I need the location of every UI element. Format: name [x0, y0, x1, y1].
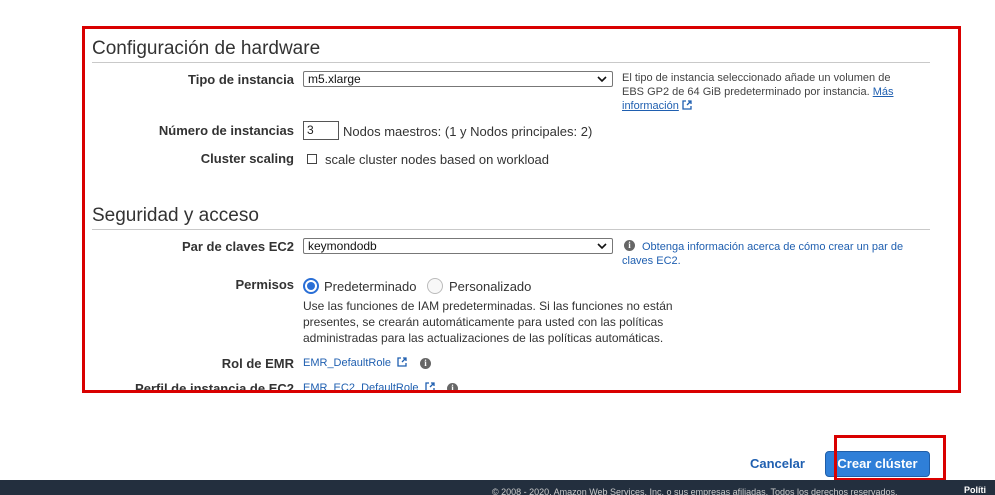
footer-policy-link[interactable]: Políti [964, 485, 986, 495]
annotation-highlight-button-box [834, 435, 946, 481]
cancel-button[interactable]: Cancelar [750, 456, 805, 471]
footer-copyright: © 2008 - 2020, Amazon Web Services, Inc.… [492, 487, 898, 495]
annotation-highlight-box [82, 26, 961, 393]
page-footer: © 2008 - 2020, Amazon Web Services, Inc.… [0, 480, 995, 495]
